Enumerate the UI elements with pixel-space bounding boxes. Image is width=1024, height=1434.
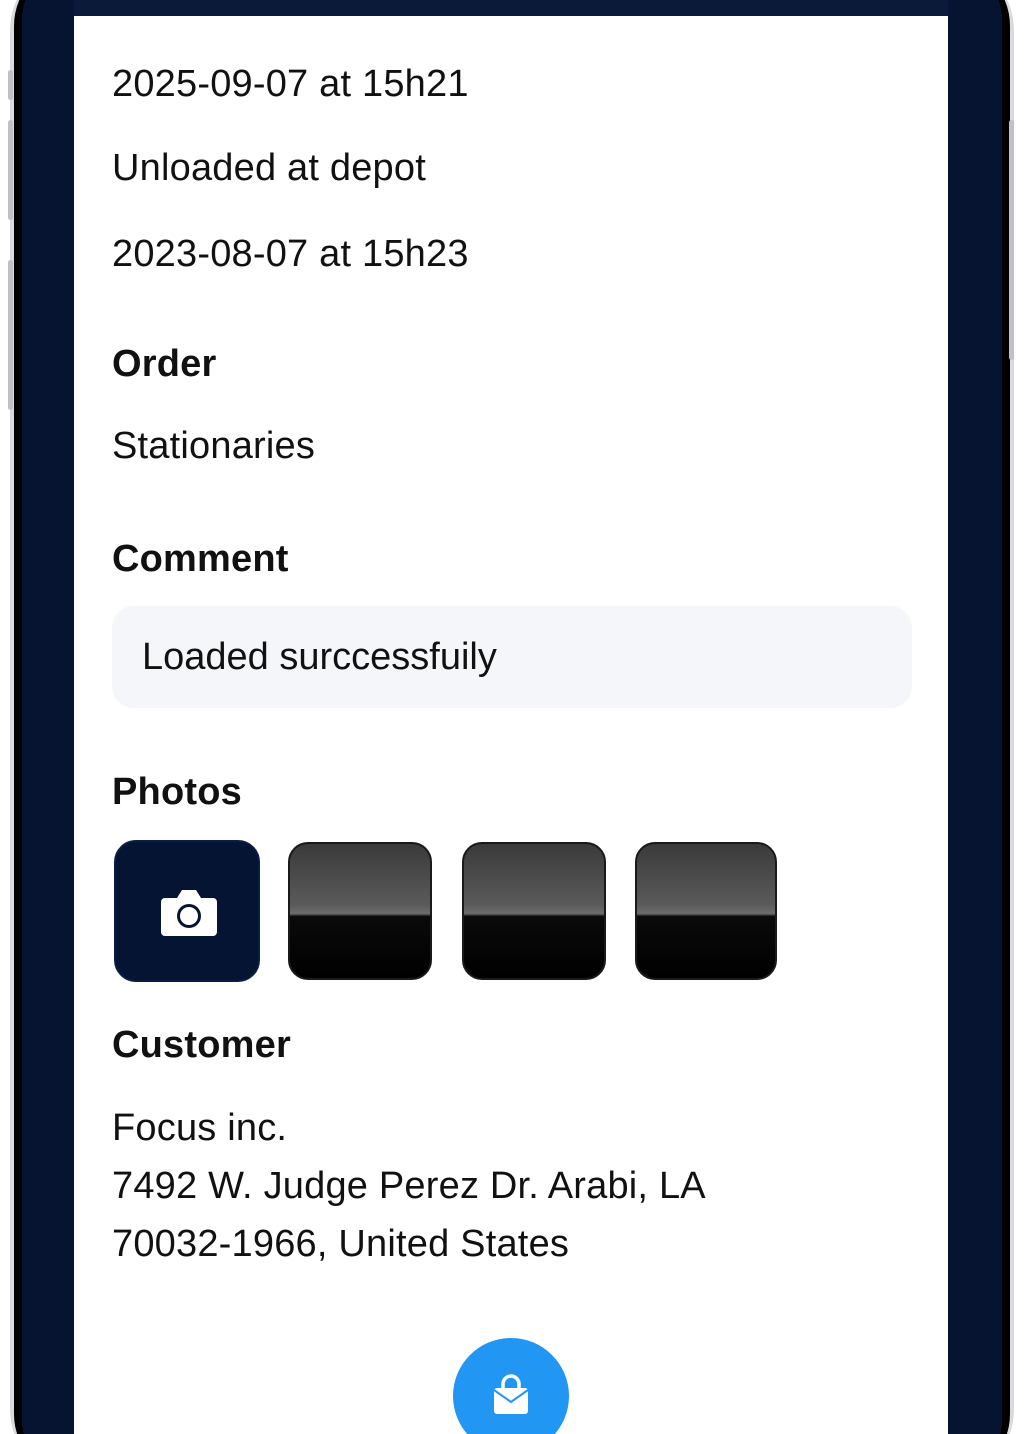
order-heading: Order <box>112 343 217 385</box>
comment-text: Loaded surccessfuily <box>142 636 497 678</box>
order-action-button[interactable] <box>453 1338 569 1434</box>
customer-address-line-1: 7492 W. Judge Perez Dr. Arabi, LA <box>112 1165 706 1207</box>
customer-name: Focus inc. <box>112 1107 288 1149</box>
shopping-bag-icon <box>493 1374 529 1414</box>
order-value: Stationaries <box>112 425 316 467</box>
volume-up-button <box>8 120 13 220</box>
comment-heading: Comment <box>112 538 289 580</box>
photo-gallery <box>114 840 814 982</box>
mute-switch <box>8 70 13 100</box>
photos-heading: Photos <box>112 771 242 813</box>
comment-field[interactable]: Loaded surccessfuily <box>112 606 912 708</box>
customer-heading: Customer <box>112 1024 291 1066</box>
photo-thumbnail[interactable] <box>288 842 432 980</box>
history-date-1: 2025-09-07 at 15h21 <box>112 63 469 105</box>
volume-down-button <box>8 260 13 410</box>
delivery-details: 2025-09-07 at 15h21 Unloaded at depot 20… <box>74 16 948 1434</box>
power-button <box>1009 120 1014 360</box>
add-photo-button[interactable] <box>114 840 260 982</box>
photo-thumbnail[interactable] <box>635 842 777 980</box>
photo-thumbnail[interactable] <box>462 842 606 980</box>
history-status: Unloaded at depot <box>112 147 426 189</box>
camera-icon <box>161 890 217 936</box>
customer-address-line-2: 70032-1966, United States <box>112 1223 570 1265</box>
header-bar <box>74 0 948 16</box>
app-screen: 2025-09-07 at 15h21 Unloaded at depot 20… <box>74 0 948 1434</box>
history-date-2: 2023-08-07 at 15h23 <box>112 233 469 275</box>
